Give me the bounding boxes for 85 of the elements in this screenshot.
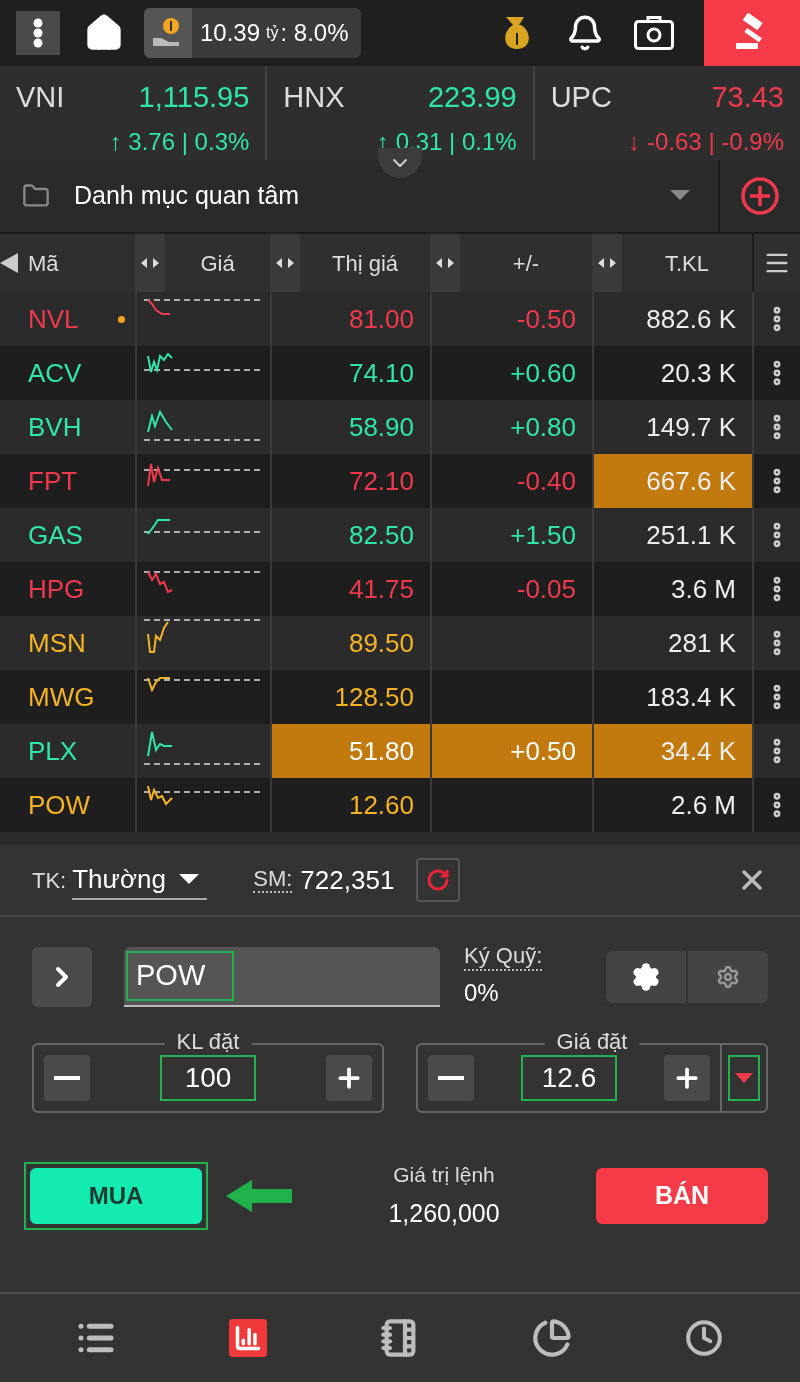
plus-button[interactable] <box>664 1055 710 1101</box>
pie-chart-icon[interactable] <box>532 1318 572 1358</box>
buy-button[interactable]: MUA <box>30 1167 202 1224</box>
symbol-value: POW <box>126 951 234 1001</box>
tools-button[interactable] <box>688 951 768 1003</box>
plus-button[interactable] <box>326 1055 372 1101</box>
refresh-icon <box>426 868 451 892</box>
stock-symbol: ACV <box>28 356 82 390</box>
wallet-amount: 10.39 <box>200 18 261 48</box>
index-change: ↓ -0.63 | -0.9% <box>628 126 784 157</box>
table-row[interactable]: ACV 74.10 +0.60 20.3 K <box>0 346 800 400</box>
balance-label: SM: <box>253 867 293 893</box>
index-name: VNI <box>16 80 65 115</box>
settings-button[interactable] <box>606 951 686 1003</box>
sell-button[interactable]: BÁN <box>596 1167 768 1224</box>
auction-button[interactable] <box>704 0 800 66</box>
bell-icon[interactable] <box>566 14 604 52</box>
stock-symbol: GAS <box>28 518 83 552</box>
symbol-input[interactable]: POW <box>124 947 440 1007</box>
account-label: TK: <box>32 866 67 895</box>
column-header[interactable]: Thị giá <box>331 246 398 280</box>
table-row[interactable]: MWG 128.50 183.4 K <box>0 670 800 724</box>
stock-symbol: MWG <box>28 680 95 714</box>
wallet-unit: tỷ <box>266 23 279 43</box>
more-menu-button[interactable] <box>16 11 60 55</box>
stepper-value[interactable]: 12.6 <box>521 1055 617 1101</box>
balance-value: 722,351 <box>300 863 395 897</box>
column-header[interactable]: Mã <box>28 246 59 280</box>
order-value-label: Giá trị lệnh <box>393 1162 495 1188</box>
index-name: HNX <box>283 80 345 115</box>
table-row[interactable]: FPT 72.10 -0.40 667.6 K <box>0 454 800 508</box>
index-name: UPC <box>550 80 612 115</box>
margin-label: Ký Quỹ: <box>464 943 543 971</box>
refresh-button[interactable] <box>416 858 461 902</box>
stock-symbol: HPG <box>28 572 85 606</box>
watchlist-title[interactable]: Danh mục quan tâm <box>74 177 300 215</box>
stock-symbol: BVH <box>28 410 82 444</box>
table-row[interactable]: POW 12.60 2.6 M <box>0 778 800 832</box>
price-type-dropdown[interactable] <box>728 1055 760 1101</box>
stock-symbol: NVL <box>28 302 79 336</box>
minus-button[interactable] <box>428 1055 474 1101</box>
stock-symbol: POW <box>28 788 91 822</box>
stock-symbol: MSN <box>28 626 86 660</box>
index-value: 1,115.95 <box>138 80 250 115</box>
dropdown-caret-icon[interactable] <box>670 190 690 202</box>
bar-chart-icon[interactable] <box>229 1319 267 1357</box>
index-change: ↑ 3.76 | 0.3% <box>109 126 250 157</box>
margin-value: 0% <box>464 978 500 1008</box>
column-resize-icon[interactable] <box>270 234 300 292</box>
minus-icon <box>438 1076 464 1080</box>
column-header[interactable]: +/- <box>512 246 540 280</box>
minus-icon <box>54 1076 80 1080</box>
wallet-rate: : 8.0% <box>280 18 349 48</box>
stepper-value[interactable]: 100 <box>160 1055 256 1101</box>
gear-icon <box>716 965 740 989</box>
folder-icon <box>22 182 50 210</box>
add-icon[interactable] <box>740 176 780 216</box>
volume-cell: 34.4 K <box>592 724 752 778</box>
column-resize-icon[interactable] <box>592 234 622 292</box>
index-card[interactable]: UPC 73.43 ↓ -0.63 | -0.9% <box>534 66 800 160</box>
column-header[interactable]: Giá <box>200 246 235 280</box>
wallet-chip[interactable]: 10.39 tỷ: 8.0% <box>144 8 361 58</box>
index-value: 223.99 <box>427 80 517 115</box>
column-header[interactable]: T.KL <box>665 246 709 280</box>
index-value: 73.43 <box>711 80 784 115</box>
minus-button[interactable] <box>44 1055 90 1101</box>
table-row[interactable]: HPG 41.75 -0.05 3.6 M <box>0 562 800 616</box>
home-icon[interactable] <box>84 13 124 53</box>
price-cell: 51.80 <box>270 724 430 778</box>
change-cell: +0.50 <box>430 724 592 778</box>
account-dropdown[interactable]: Thường <box>72 860 208 900</box>
stock-symbol: FPT <box>28 464 78 498</box>
left-triangle-icon[interactable] <box>0 253 18 273</box>
stock-symbol: PLX <box>28 734 78 768</box>
column-resize-icon[interactable] <box>135 234 165 292</box>
order-value: 1,260,000 <box>388 1197 500 1229</box>
column-resize-icon[interactable] <box>430 234 460 292</box>
volume-cell: 667.6 K <box>592 454 752 508</box>
caret-icon <box>735 1073 753 1083</box>
money-bag-icon[interactable] <box>502 15 532 51</box>
expand-button[interactable] <box>32 947 92 1007</box>
coin-hand-icon <box>144 8 192 58</box>
clock-icon[interactable] <box>685 1319 723 1357</box>
dots-icon <box>33 18 43 48</box>
caret-icon <box>179 874 200 884</box>
